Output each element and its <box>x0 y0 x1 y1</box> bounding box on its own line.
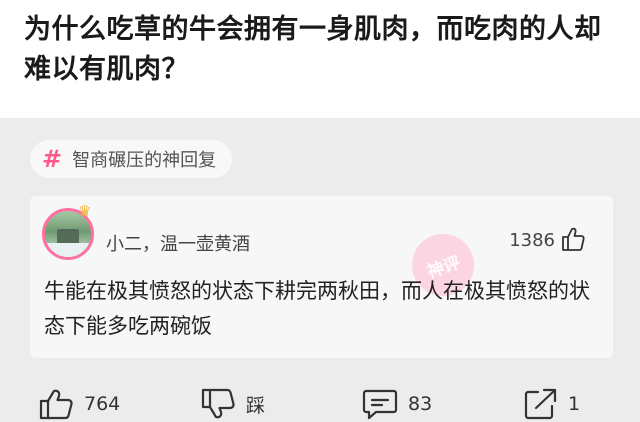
comment-like-count: 1386 <box>509 230 555 251</box>
comment-button[interactable]: 83 <box>362 388 432 420</box>
comment-text: 牛能在极其愤怒的状态下耕完两秋田，而人在极其愤怒的状态下能多吃两碗饭 <box>44 279 590 338</box>
share-button[interactable]: 1 <box>524 388 580 420</box>
dislike-label: 踩 <box>246 394 266 417</box>
thumbs-up-icon[interactable] <box>561 226 585 252</box>
comment-username[interactable]: 小二，温一壶黄酒 <box>106 230 250 256</box>
like-count: 764 <box>84 393 121 415</box>
topic-tag[interactable]: # 智商碾压的神回复 <box>30 140 233 178</box>
hash-icon: # <box>42 145 63 173</box>
action-bar: 764 踩 83 1 <box>0 382 640 422</box>
like-button[interactable]: 764 <box>38 388 120 420</box>
hot-comment-card[interactable]: ♛ 小二，温一壶黄酒 神评 1386 牛能在极其愤怒的状态下耕完两秋田，而人在极… <box>30 196 613 358</box>
crown-icon: ♛ <box>78 202 92 220</box>
thumbs-up-icon <box>39 389 73 420</box>
share-count: 1 <box>568 393 581 415</box>
avatar[interactable]: ♛ <box>42 202 98 264</box>
share-icon <box>524 388 557 420</box>
question-title[interactable]: 为什么吃草的牛会拥有一身肌肉，而吃肉的人却难以有肌肉？ <box>24 10 622 90</box>
thumbs-down-icon <box>201 388 235 419</box>
comment-count: 83 <box>408 393 433 415</box>
question-card: 为什么吃草的牛会拥有一身肌肉，而吃肉的人却难以有肌肉？ <box>0 0 640 118</box>
topic-tag-label: 智商碾压的神回复 <box>72 150 217 171</box>
dislike-button[interactable]: 踩 <box>200 388 265 420</box>
comment-icon <box>362 389 398 420</box>
